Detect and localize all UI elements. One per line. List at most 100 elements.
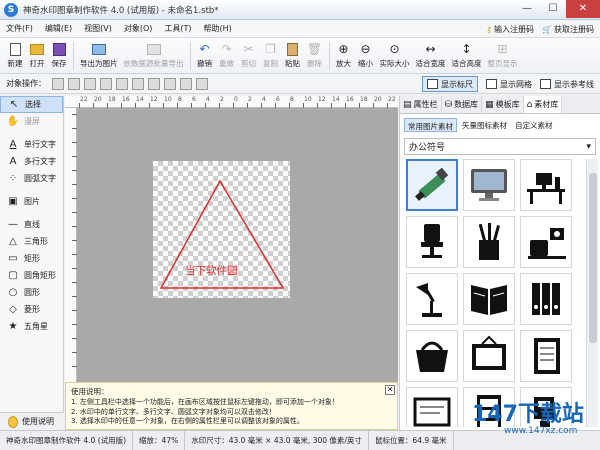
tool-select[interactable]: ↖ 选择 [0, 96, 63, 113]
align-middle-icon[interactable] [180, 77, 192, 90]
maximize-button[interactable]: ☐ [540, 0, 566, 18]
bring-forward-icon[interactable] [52, 77, 64, 90]
material-category-select[interactable]: 办公符号 ▾ [404, 138, 596, 155]
show-ruler-toggle[interactable]: 显示标尺 [422, 76, 478, 92]
show-grid-toggle[interactable]: 显示网格 [481, 76, 537, 92]
bring-to-front-icon[interactable] [84, 77, 96, 90]
subtab-custom-materials[interactable]: 自定义素材 [512, 118, 556, 132]
material-item[interactable] [406, 273, 458, 325]
copy-button[interactable]: ❐ 复制 [260, 39, 282, 73]
menu-tools[interactable]: 工具(T) [158, 20, 197, 38]
align-left-icon[interactable] [116, 77, 128, 90]
enter-register-code-link[interactable]: ⚷ 输入注册码 [486, 24, 534, 35]
menu-edit[interactable]: 编辑(E) [39, 20, 78, 38]
align-center-icon[interactable] [132, 77, 144, 90]
tool-circle[interactable]: ○ 圆形 [0, 284, 63, 301]
paste-button[interactable]: 粘贴 [282, 39, 304, 73]
material-item[interactable] [463, 273, 515, 325]
menu-help[interactable]: 帮助(H) [198, 20, 238, 38]
ruler-tick [191, 103, 192, 108]
ruler-number: 12 [318, 96, 326, 103]
tool-rounded-rectangle[interactable]: ▢ 圆角矩形 [0, 267, 63, 284]
open-book-icon [471, 285, 507, 315]
fit-page-button[interactable]: ⊞ 整页显示 [485, 39, 521, 73]
close-instructions-icon[interactable]: ✕ [385, 385, 395, 395]
instructions-title: 使用说明： [71, 387, 109, 396]
minimize-button[interactable]: — [514, 0, 540, 18]
tool-star[interactable]: ★ 五角星 [0, 318, 63, 335]
delete-button[interactable]: 🗑 删除 [304, 39, 326, 73]
tool-multi-line-text[interactable]: A 多行文字 [0, 153, 63, 170]
material-scrollbar[interactable] [586, 159, 598, 427]
tool-picture[interactable]: ▣ 图片 [0, 193, 63, 210]
subtab-common-images[interactable]: 常用图片素材 [404, 118, 457, 132]
close-button[interactable]: ✕ [566, 0, 600, 18]
watermark-text-object[interactable]: 当下软件园 [185, 263, 238, 278]
tool-arc-text[interactable]: ⁘ 圆弧文字 [0, 170, 63, 187]
canvas-area[interactable]: 22 20 18 16 14 12 10 8 6 4 2 0 2 4 6 8 10 12 14 16 18 20 22 当下… [65, 96, 398, 382]
tool-pan[interactable]: ✋ 漫屏 [0, 113, 63, 130]
ruler-tick [72, 366, 77, 367]
menu-file[interactable]: 文件(F) [0, 20, 39, 38]
menu-view[interactable]: 视图(V) [78, 20, 118, 38]
tab-properties[interactable]: ▤ 属性栏 [400, 96, 442, 113]
zoom-out-button[interactable]: ⊖ 缩小 [355, 39, 377, 73]
enter-register-code-label: 输入注册码 [494, 24, 535, 34]
menu-object[interactable]: 对象(O) [118, 20, 159, 38]
align-top-icon[interactable] [164, 77, 176, 90]
material-item[interactable] [520, 330, 572, 382]
watermark-artboard[interactable]: 当下软件园 [153, 161, 290, 298]
ruler-number: 4 [206, 96, 210, 103]
material-item[interactable] [406, 216, 458, 268]
fit-height-button[interactable]: ↕ 适合高度 [449, 39, 485, 73]
tab-materials-label: 素材库 [534, 100, 559, 109]
material-item[interactable] [463, 216, 515, 268]
tab-templates[interactable]: ▦ 模板库 [482, 96, 524, 113]
material-item[interactable] [463, 159, 515, 211]
tool-line[interactable]: — 直线 [0, 216, 63, 233]
undo-button[interactable]: ↶ 撤销 [194, 39, 216, 73]
get-register-code-link[interactable]: 🛒 获取注册码 [542, 24, 594, 35]
cut-button[interactable]: ✂ 剪切 [238, 39, 260, 73]
ruler-number: 16 [346, 96, 354, 103]
material-item[interactable] [406, 387, 458, 427]
tool-diamond[interactable]: ◇ 菱形 [0, 301, 63, 318]
fit-width-button[interactable]: ↔ 适合宽度 [413, 39, 449, 73]
material-item[interactable] [520, 216, 572, 268]
ruler-tick [289, 103, 290, 108]
tool-single-line-text[interactable]: A 单行文字 [0, 136, 63, 153]
open-button[interactable]: 打开 [26, 39, 48, 73]
material-item[interactable] [406, 330, 458, 382]
send-backward-icon[interactable] [68, 77, 80, 90]
export-image-button[interactable]: 导出为图片 [77, 39, 121, 73]
show-guides-toggle[interactable]: 显示参考线 [535, 76, 599, 92]
zoom-in-label: 放大 [336, 59, 351, 68]
redo-button[interactable]: ↷ 重做 [216, 39, 238, 73]
ruler-icon [427, 79, 438, 89]
tab-database[interactable]: ⛁ 数据库 [442, 96, 483, 113]
send-to-back-icon[interactable] [100, 77, 112, 90]
material-item[interactable] [406, 159, 458, 211]
material-item[interactable] [520, 273, 572, 325]
align-right-icon[interactable] [148, 77, 160, 90]
ruler-number: 22 [80, 96, 88, 103]
subtab-vector-icons[interactable]: 矢量图标素材 [459, 118, 510, 132]
clipboard-icon [285, 42, 301, 57]
tool-triangle[interactable]: △ 三角形 [0, 233, 63, 250]
scrollbar-thumb[interactable] [589, 173, 597, 343]
floppy-disk-icon [51, 42, 67, 57]
tool-rectangle[interactable]: ▭ 矩形 [0, 250, 63, 267]
tab-materials[interactable]: ⌂ 素材库 [523, 96, 563, 113]
material-item[interactable] [520, 159, 572, 211]
align-bottom-icon[interactable] [196, 77, 208, 90]
new-button[interactable]: 新建 [4, 39, 26, 73]
key-icon: ⚷ [486, 24, 493, 34]
object-operations-label: 对象操作： [6, 79, 46, 88]
zoom-in-button[interactable]: ⊕ 放大 [333, 39, 355, 73]
material-item[interactable] [463, 330, 515, 382]
fit-height-label: 适合高度 [451, 59, 482, 68]
help-button[interactable]: 使用说明 [0, 412, 64, 430]
batch-export-button[interactable]: 依数据源批量导出 [121, 39, 187, 73]
save-button[interactable]: 保存 [48, 39, 70, 73]
actual-size-button[interactable]: ⊙ 实际大小 [377, 39, 413, 73]
